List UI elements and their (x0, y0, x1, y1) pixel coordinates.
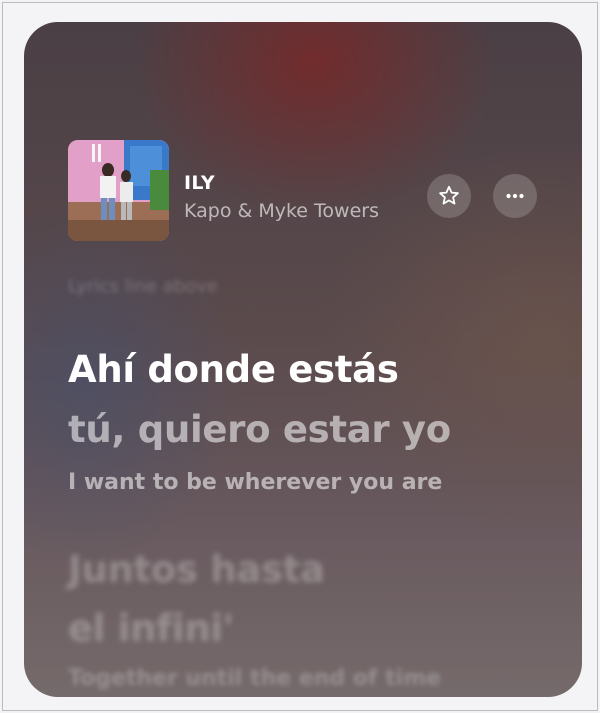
current-lyric-line-continuation[interactable]: tú, quiero estar yo (68, 408, 451, 451)
ellipsis-icon (506, 193, 524, 199)
album-artwork-image (68, 140, 169, 241)
album-artwork[interactable] (68, 140, 169, 241)
star-icon (439, 185, 459, 205)
more-options-button[interactable] (493, 174, 537, 218)
upcoming-lyric-line[interactable]: Juntos hasta (68, 548, 325, 591)
upcoming-lyric-translation: Together until the end of time (68, 666, 442, 691)
track-title: ILY (184, 172, 215, 194)
favorite-button[interactable] (427, 174, 471, 218)
screen-frame: ILY Kapo & Myke Towers Lyrics line above… (2, 2, 598, 711)
lyrics-card: ILY Kapo & Myke Towers Lyrics line above… (24, 22, 582, 697)
previous-lyric-line[interactable]: Lyrics line above (68, 276, 218, 297)
current-lyric-translation: I want to be wherever you are (68, 470, 443, 495)
track-artist[interactable]: Kapo & Myke Towers (184, 200, 379, 222)
current-lyric-line[interactable]: Ahí donde estás (68, 348, 399, 391)
upcoming-lyric-line-continuation[interactable]: el infini' (68, 607, 234, 650)
